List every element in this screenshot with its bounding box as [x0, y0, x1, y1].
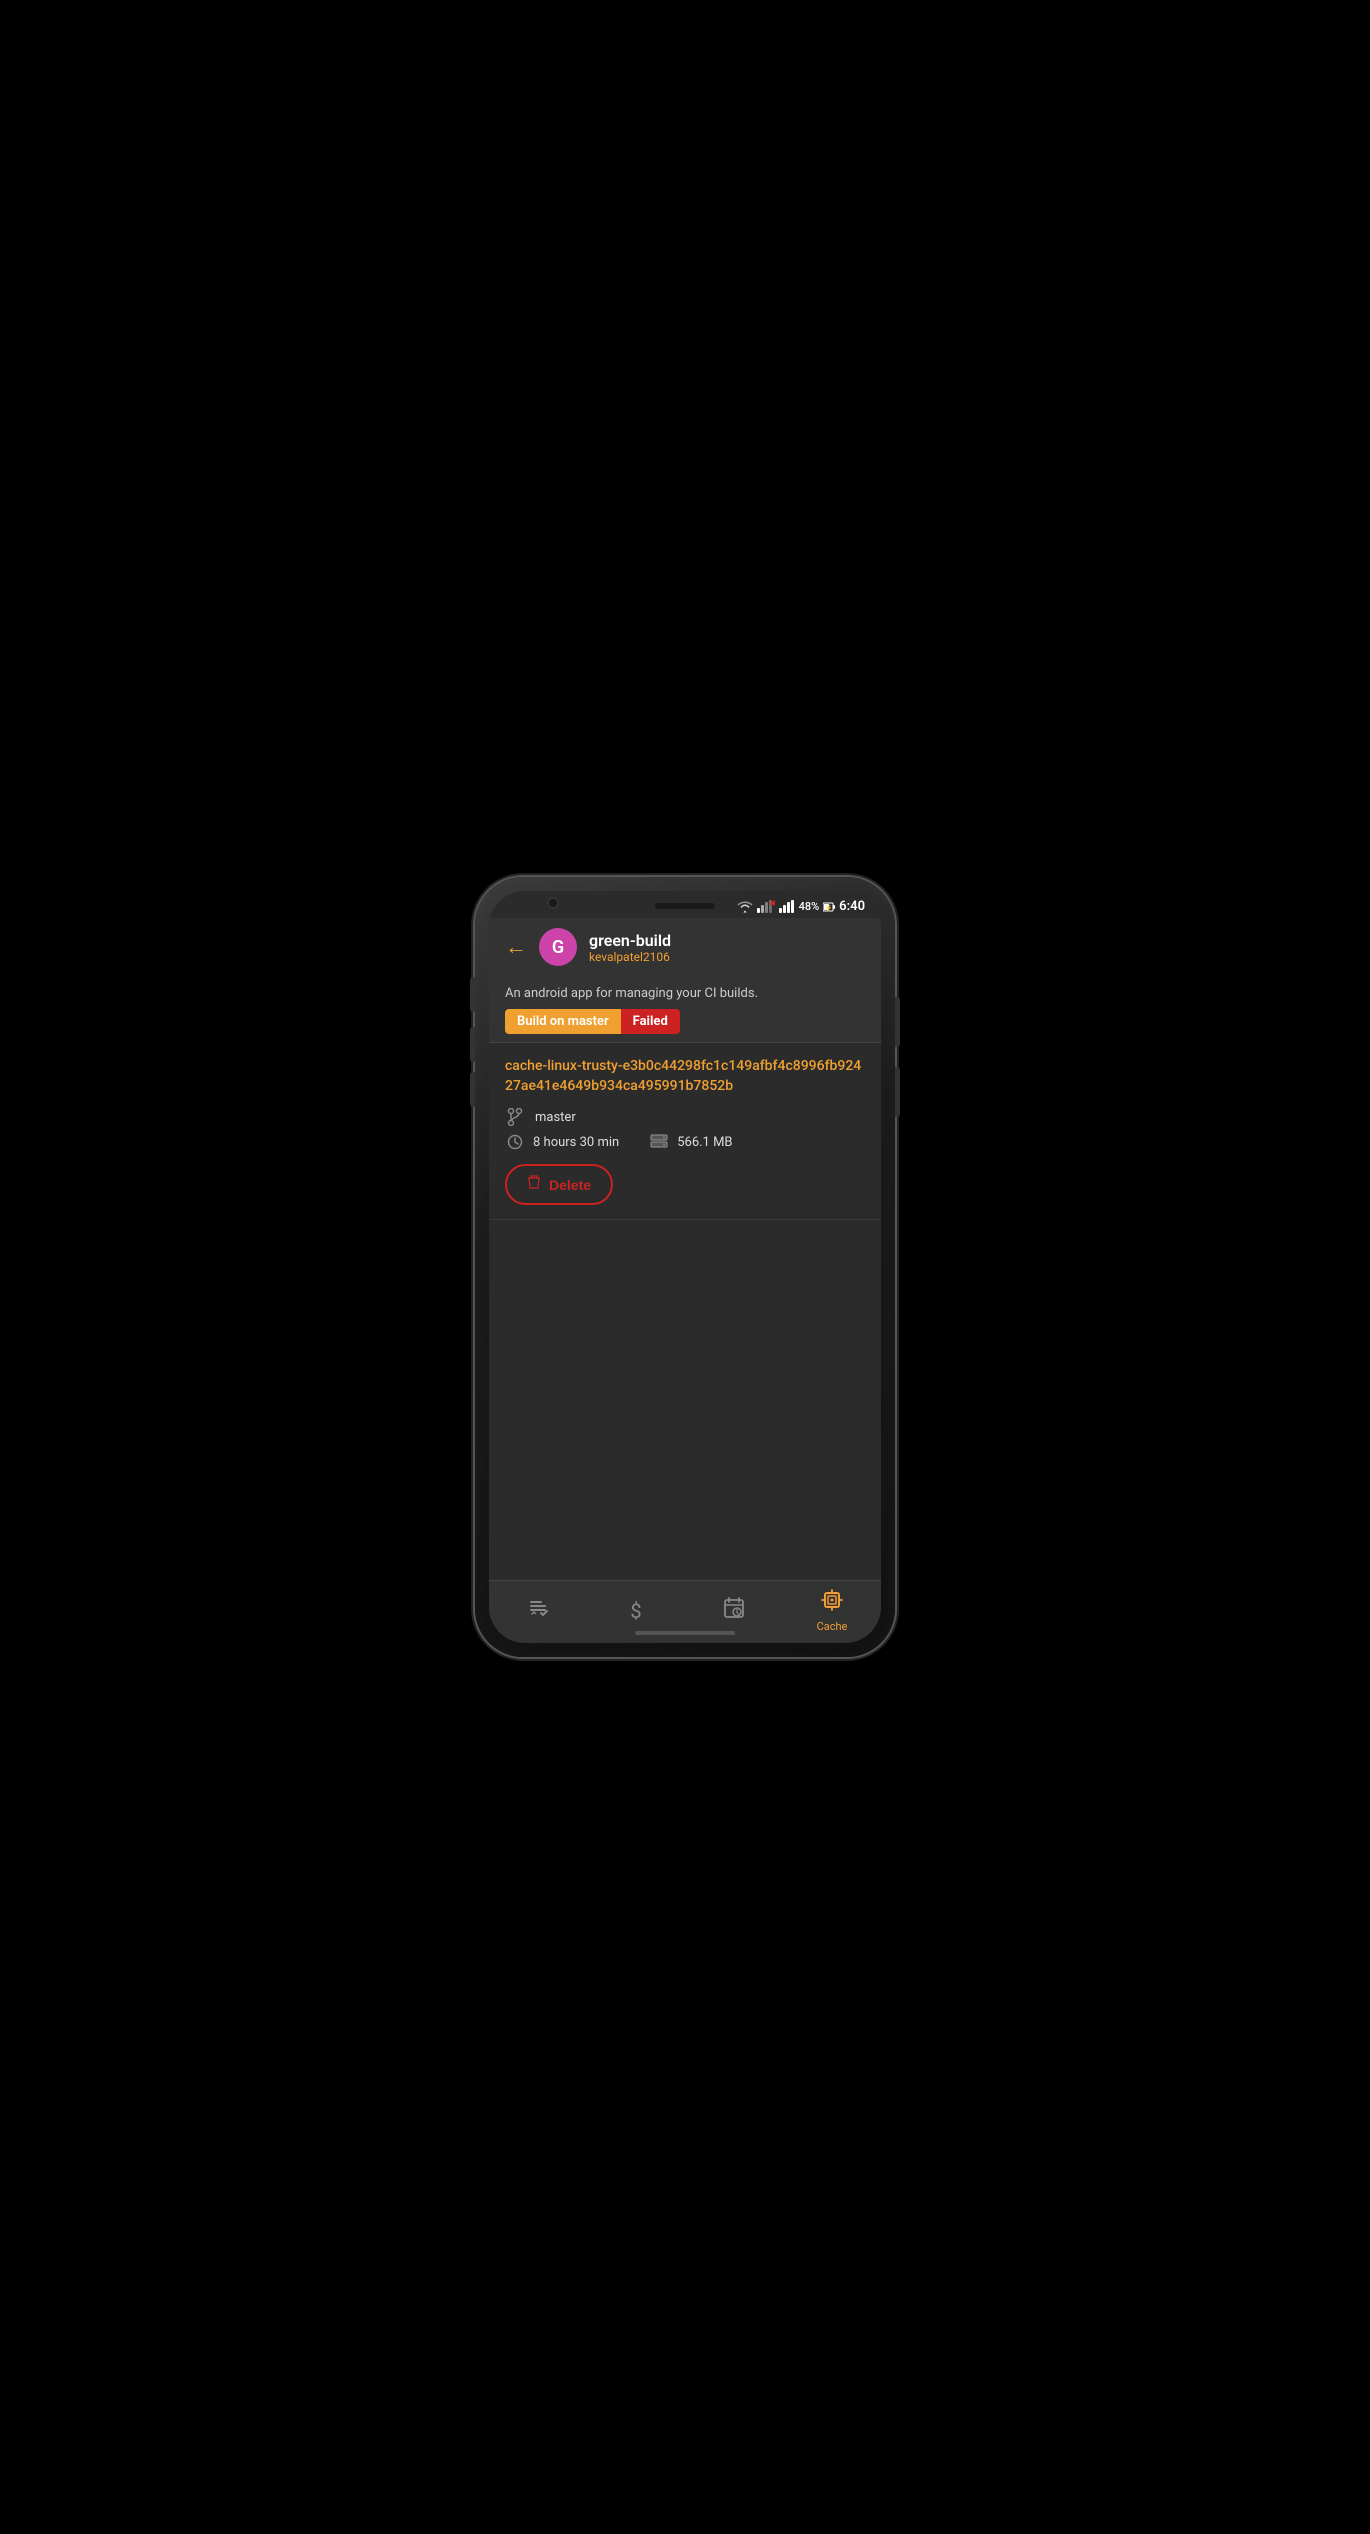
- battery-text: 48%: [799, 900, 820, 913]
- lte-icon: [779, 900, 795, 913]
- time-size-row: 8 hours 30 min 566.1: [505, 1134, 865, 1150]
- cache-nav-label: Cache: [817, 1620, 848, 1633]
- signal-icon: [757, 900, 775, 913]
- back-button[interactable]: ←: [505, 934, 527, 960]
- cache-meta: master 8 hours 30: [505, 1108, 865, 1150]
- status-time: 6:40: [839, 899, 865, 914]
- cache-size: 566.1 MB: [677, 1135, 732, 1150]
- app-description: An android app for managing your CI buil…: [505, 986, 865, 1001]
- phone-frame: 48% ⚡ 6:40 ← G green-build kevalpatel210…: [475, 877, 895, 1657]
- nav-item-credits[interactable]: $: [587, 1599, 685, 1623]
- branch-row: master: [505, 1108, 865, 1126]
- cache-card: cache-linux-trusty-e3b0c44298fc1c149afbf…: [489, 1043, 881, 1219]
- delete-button[interactable]: Delete: [505, 1164, 613, 1205]
- cache-icon: [821, 1589, 843, 1617]
- top-nav: ← G green-build kevalpatel2106: [489, 918, 881, 976]
- app-name: green-build: [589, 931, 671, 950]
- app-username: kevalpatel2106: [589, 950, 671, 964]
- delete-label: Delete: [549, 1177, 591, 1193]
- age-group: 8 hours 30 min: [505, 1134, 619, 1150]
- nav-item-schedule[interactable]: [685, 1597, 783, 1625]
- trash-icon: [527, 1174, 541, 1195]
- content-area: An android app for managing your CI buil…: [489, 976, 881, 1580]
- battery-icon: ⚡: [823, 902, 835, 912]
- failed-badge: Failed: [621, 1009, 680, 1034]
- nav-item-builds[interactable]: [489, 1597, 587, 1625]
- branch-icon: [505, 1108, 525, 1126]
- cache-age: 8 hours 30 min: [533, 1135, 619, 1150]
- svg-text:⚡: ⚡: [825, 904, 832, 912]
- avatar: G: [539, 928, 577, 966]
- status-icons: 48% ⚡ 6:40: [737, 899, 865, 914]
- build-badges: Build on master Failed: [505, 1009, 865, 1034]
- schedule-icon: [723, 1597, 745, 1625]
- app-info: green-build kevalpatel2106: [589, 931, 671, 964]
- home-bar: [635, 1631, 735, 1635]
- empty-area: [489, 1220, 881, 1480]
- storage-icon: [649, 1134, 669, 1150]
- size-group: 566.1 MB: [649, 1134, 732, 1150]
- build-on-master-badge: Build on master: [505, 1009, 621, 1034]
- phone-camera: [547, 897, 559, 909]
- credits-icon: $: [630, 1599, 641, 1623]
- description-section: An android app for managing your CI buil…: [489, 976, 881, 1042]
- phone-speaker: [655, 903, 715, 909]
- phone-screen: 48% ⚡ 6:40 ← G green-build kevalpatel210…: [489, 891, 881, 1643]
- cache-hash: cache-linux-trusty-e3b0c44298fc1c149afbf…: [505, 1057, 865, 1096]
- nav-item-cache[interactable]: Cache: [783, 1589, 881, 1633]
- builds-icon: [527, 1597, 549, 1625]
- wifi-icon: [737, 901, 753, 913]
- branch-name: master: [535, 1110, 576, 1125]
- clock-icon: [505, 1134, 525, 1150]
